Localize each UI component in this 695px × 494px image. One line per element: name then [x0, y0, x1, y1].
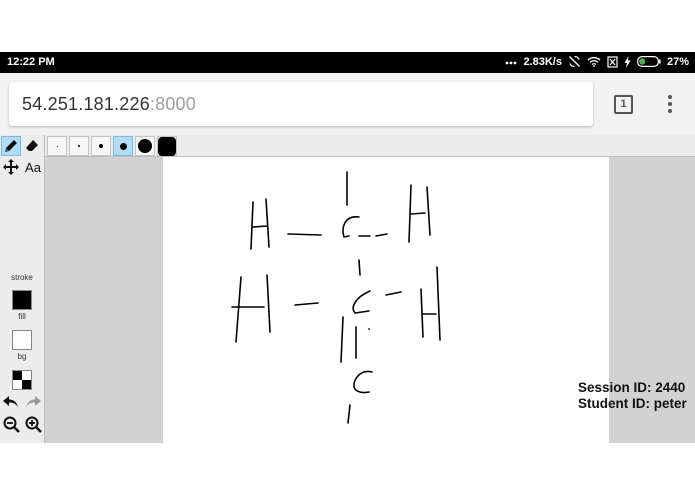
status-icons: 2.83K/s 27% — [505, 55, 689, 68]
vertical-dots-icon[interactable] — [664, 95, 676, 115]
charging-icon — [624, 55, 631, 68]
url-host: 54.251.181.226 — [22, 94, 150, 114]
bg-color-swatch[interactable] — [12, 330, 32, 350]
eraser-icon[interactable] — [23, 137, 41, 155]
ink-stroke — [287, 233, 322, 236]
ink-dot — [368, 328, 370, 330]
zoom-in-icon[interactable] — [24, 415, 42, 433]
pencil-icon[interactable] — [1, 136, 21, 156]
hydrocarbon-sketch — [231, 171, 441, 424]
bg-label: bg — [17, 352, 27, 361]
browser-toolbar: 54.251.181.226:8000 1 — [0, 73, 695, 135]
bottom-margin — [0, 443, 695, 494]
sync-off-icon — [568, 55, 581, 68]
more-dots-icon — [505, 59, 517, 65]
fill-label: fill — [18, 312, 26, 321]
drawing-canvas[interactable] — [163, 157, 609, 443]
ink-stroke — [294, 302, 319, 306]
ink-stroke — [410, 212, 426, 215]
zoom-out-icon[interactable] — [2, 415, 20, 433]
ink-stroke — [353, 370, 373, 394]
transparent-swatch[interactable] — [12, 370, 32, 390]
drawing-app: Aa stroke fill bg Session ID: 2440 Stude… — [0, 135, 695, 443]
tab-switcher-button[interactable]: 1 — [614, 95, 633, 114]
ink-stroke — [426, 186, 431, 236]
status-time: 12:22 PM — [7, 56, 55, 68]
ink-stroke — [342, 216, 360, 238]
battery-icon — [636, 56, 661, 67]
ink-stroke — [436, 266, 441, 341]
brush-size-5[interactable] — [135, 136, 155, 156]
ink-stroke — [347, 404, 351, 424]
brush-size-4[interactable] — [113, 136, 133, 156]
ink-stroke — [266, 274, 271, 333]
ink-stroke — [340, 316, 344, 363]
text-icon[interactable]: Aa — [23, 158, 43, 176]
student-id: Student ID: peter — [578, 396, 687, 411]
brush-size-2[interactable] — [69, 136, 89, 156]
undo-icon[interactable] — [2, 393, 20, 411]
url-text: 54.251.181.226:8000 — [22, 94, 196, 115]
network-speed: 2.83K/s — [523, 55, 562, 68]
status-bar: 12:22 PM 2.83K/s 27% — [0, 52, 695, 73]
redo-icon[interactable] — [24, 393, 42, 411]
wifi-icon — [587, 56, 601, 67]
ink-stroke — [235, 276, 242, 343]
top-margin — [0, 0, 695, 52]
ink-stroke — [358, 259, 361, 276]
stroke-label: stroke — [11, 273, 33, 282]
ink-stroke — [385, 291, 402, 296]
brush-size-bar — [45, 135, 695, 157]
ink-stroke — [420, 288, 424, 338]
ink-stroke — [252, 225, 268, 228]
brush-size-6[interactable] — [157, 136, 177, 156]
battery-percent: 27% — [666, 55, 689, 68]
address-bar[interactable]: 54.251.181.226:8000 — [9, 82, 593, 126]
session-id: Session ID: 2440 — [578, 380, 686, 395]
stroke-color-swatch[interactable] — [12, 290, 32, 310]
sim-icon — [607, 55, 618, 68]
move-icon[interactable] — [2, 158, 20, 176]
ink-stroke — [352, 290, 371, 314]
tool-panel: Aa stroke fill bg — [0, 135, 45, 443]
url-port: :8000 — [149, 94, 196, 114]
ink-stroke — [250, 201, 254, 250]
brush-size-1[interactable] — [47, 136, 67, 156]
session-info: Session ID: 2440 Student ID: peter — [578, 380, 687, 412]
ink-stroke — [265, 198, 270, 248]
ink-stroke — [375, 233, 388, 237]
brush-size-3[interactable] — [91, 136, 111, 156]
